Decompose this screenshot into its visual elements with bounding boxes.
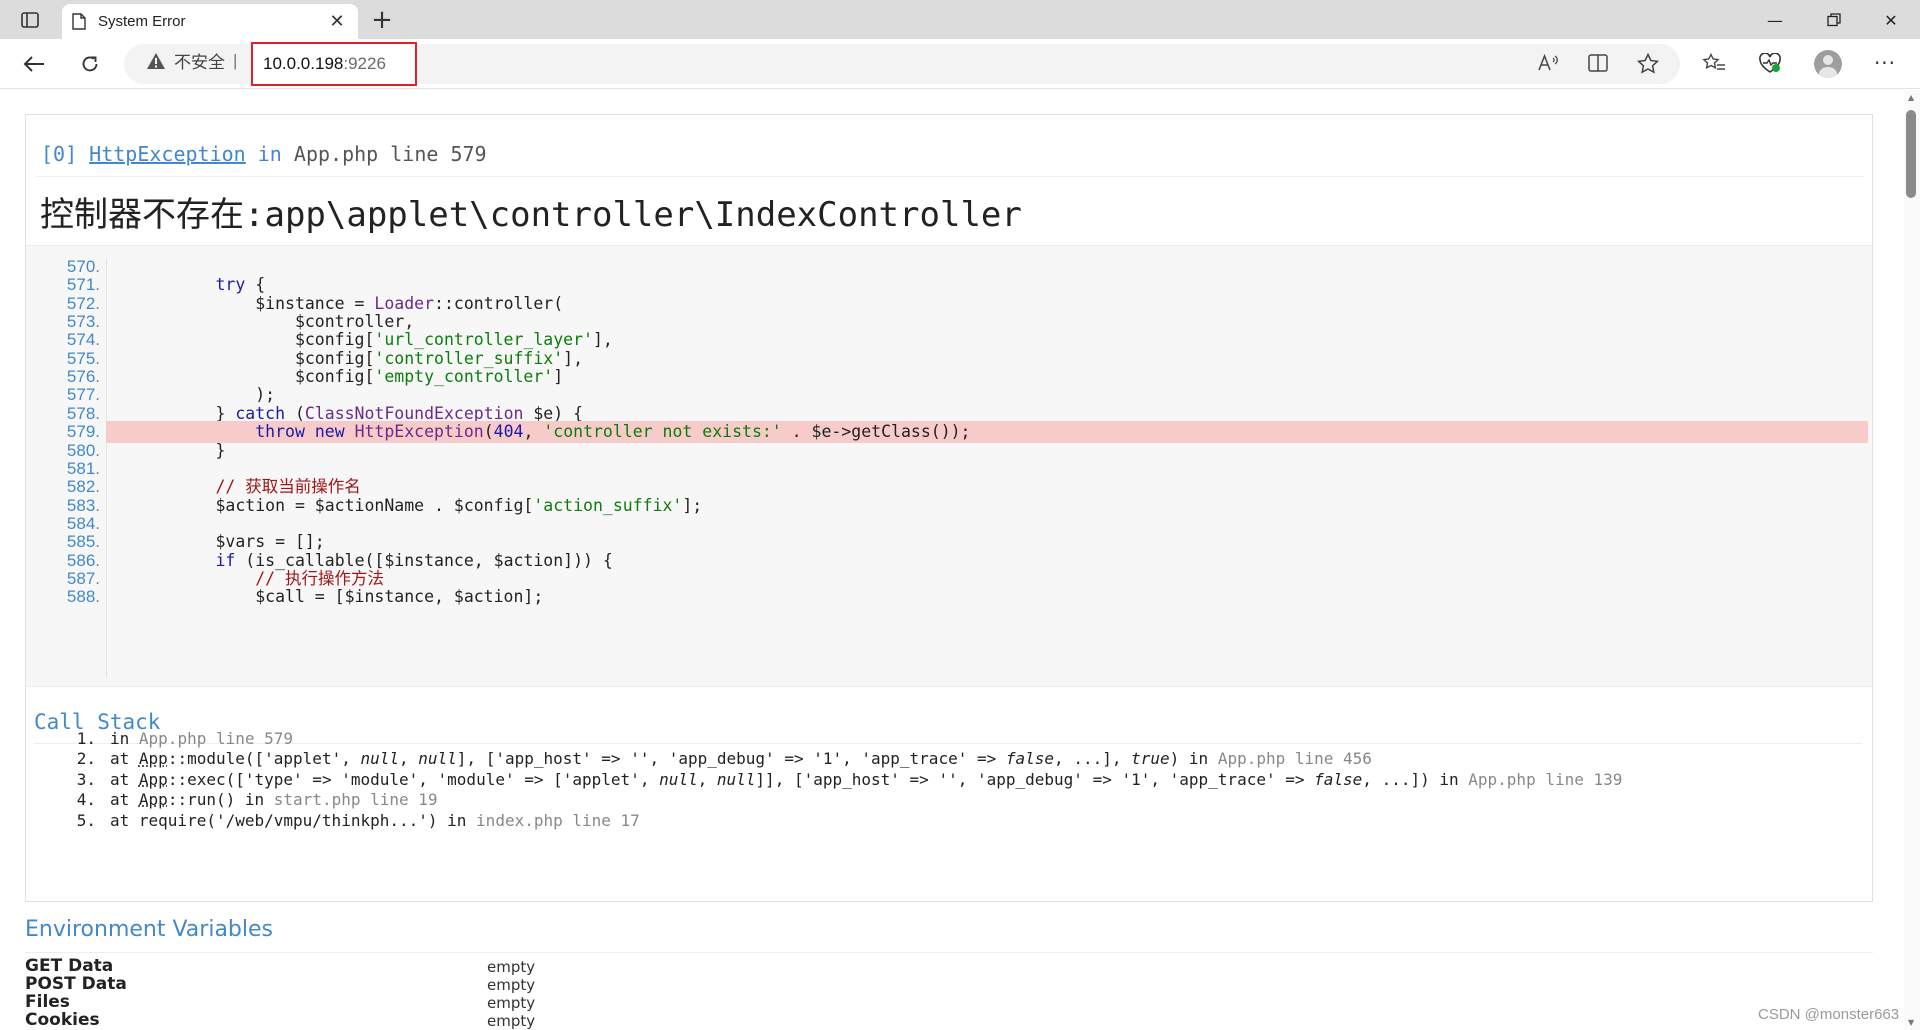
back-button[interactable] [16,46,52,82]
divider [25,952,1873,953]
refresh-button[interactable] [72,46,108,82]
scrollbar-thumb[interactable] [1906,110,1916,198]
tab-actions-icon [21,12,39,28]
read-aloud-button[interactable] [1531,46,1565,80]
environment-key: Files [25,992,70,1012]
favorites-list-icon [1702,53,1725,70]
source-code-block: 570. 571. try {572. $instance = Loader::c… [26,245,1872,687]
exception-panel: [0] HttpException in App.php line 579 控制… [25,114,1873,902]
heart-pulse-icon [1759,52,1781,73]
favorite-button[interactable] [1631,46,1665,80]
scroll-down-arrow-icon[interactable]: ▼ [1908,1018,1914,1027]
exception-info: [0] HttpException in App.php line 579 [41,142,487,166]
environment-value: empty [487,1012,536,1030]
url-port: :9226 [343,54,386,73]
exception-in-word: in [257,142,282,166]
refresh-icon [82,56,98,72]
split-screen-icon [1588,54,1608,72]
read-aloud-icon [1538,54,1558,71]
close-tab-icon[interactable]: ✕ [326,11,348,33]
restore-icon [1827,13,1841,27]
separator: | [233,50,238,70]
warning-icon [147,52,165,69]
code-text: $call = [$instance, $action]; [136,587,544,607]
environment-title: Environment Variables [25,917,274,942]
more-icon: ··· [1873,51,1897,75]
page-icon [72,13,86,30]
exception-index: [0] [41,142,78,166]
tab-title: System Error [98,13,186,30]
tab-actions-button[interactable] [14,8,46,32]
new-tab-button[interactable]: + [368,5,396,35]
call-stack-item: 3. at App::exec(['type' => 'module', 'mod… [76,769,1623,789]
call-stack-item: 5. at require('/web/vmpu/thinkph...') in … [76,810,640,830]
star-icon [1637,52,1659,74]
url-field[interactable]: 10.0.0.198:9226 [251,42,417,86]
security-indicator[interactable]: 不安全 | [146,48,245,73]
split-screen-button[interactable] [1581,46,1615,80]
exception-message: 控制器不存在:app\applet\controller\IndexContro… [40,195,1022,235]
divider [36,176,1864,177]
call-stack-item: 1. in App.php line 579 [76,729,294,748]
minimize-button[interactable]: — [1752,4,1798,36]
profile-avatar[interactable] [1814,50,1842,78]
restore-button[interactable] [1811,4,1857,36]
exception-file-line: App.php line 579 [293,142,487,166]
security-label: 不安全 [174,53,225,72]
tab-bar: System Error ✕ + — ✕ [0,0,1920,39]
watermark: CSDN @monster663 [1758,1006,1900,1023]
environment-key: POST Data [25,974,127,994]
environment-row: Cookies empty [25,1010,1025,1030]
close-window-button[interactable]: ✕ [1868,4,1914,36]
divider [34,743,1862,744]
tab-system-error[interactable]: System Error ✕ [62,4,358,39]
url-host: 10.0.0.198 [263,54,344,73]
back-arrow-icon [23,56,44,72]
exception-class-link[interactable]: HttpException [89,142,246,166]
call-stack-item: 4. at App::run() in start.php line 19 [76,790,438,810]
page-content: [0] HttpException in App.php line 579 控制… [0,90,1904,1030]
line-number: 588. [66,587,100,607]
environment-key: GET Data [25,956,114,976]
browser-essentials-button[interactable] [1753,46,1787,80]
call-stack-item: 2. at App::module(['applet', null, null],… [76,749,1372,769]
scroll-up-arrow-icon[interactable]: ▲ [1908,93,1914,102]
environment-key: Cookies [25,1010,100,1030]
favorites-button[interactable] [1697,46,1731,80]
settings-more-button[interactable]: ··· [1868,46,1902,80]
code-line: 588. $call = [$instance, $action]; [26,586,1872,608]
page-scrollbar[interactable] [1904,90,1920,1030]
